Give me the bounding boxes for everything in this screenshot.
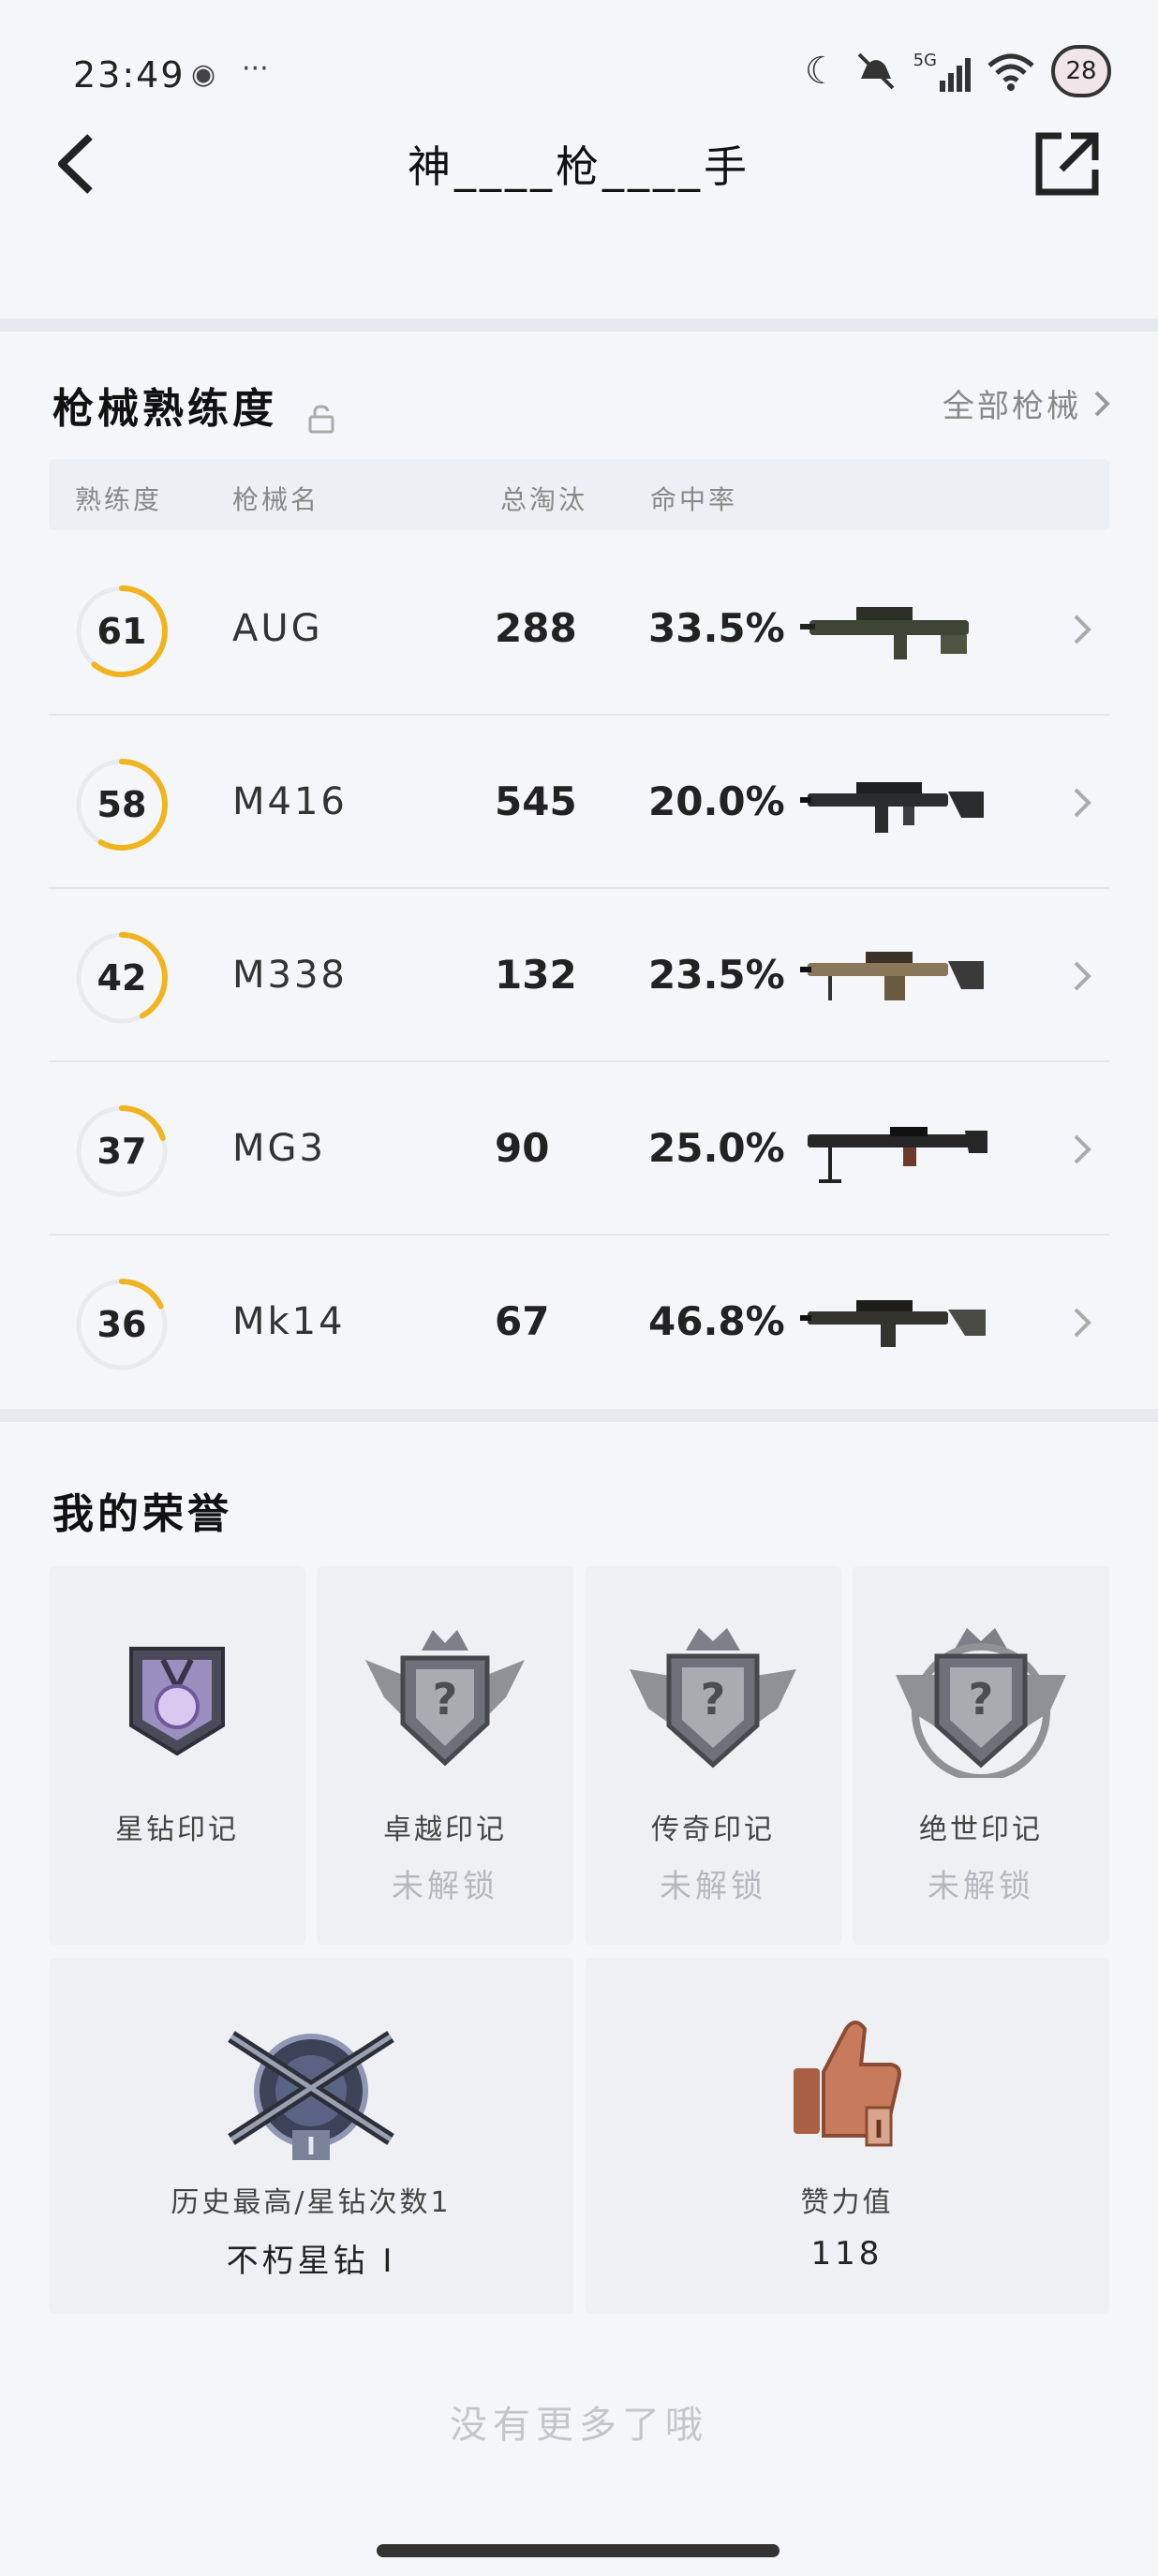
- svg-text:?: ?: [969, 1674, 994, 1725]
- weapon-eliminations: 90: [495, 1125, 550, 1171]
- lock-icon: [308, 404, 334, 433]
- weapon-name: AUG: [232, 607, 323, 650]
- share-icon: [1035, 132, 1099, 196]
- rank-emblem-icon: I: [228, 2031, 394, 2161]
- weapon-accuracy: 46.8%: [648, 1298, 785, 1344]
- network-type: 5G: [913, 51, 937, 70]
- column-header-accuracy: 命中率: [650, 484, 738, 515]
- share-button[interactable]: [1025, 122, 1109, 206]
- weapon-accuracy: 23.5%: [648, 952, 785, 998]
- badge-label: 卓越印记: [383, 1814, 507, 1846]
- battery-indicator: 28: [1051, 45, 1111, 97]
- status-time: 23:49: [73, 54, 186, 96]
- honors-section-header: 我的荣誉: [52, 1480, 1111, 1546]
- badge-label: 星钻印记: [115, 1814, 239, 1846]
- weapon-image-icon: [800, 952, 984, 1000]
- badge-status: 未解锁: [392, 1868, 498, 1905]
- highest-rank-card[interactable]: I 历史最高/星钻次数1 不朽星钻 I: [49, 1958, 573, 2314]
- weapon-image-icon: [808, 1127, 987, 1183]
- column-header-proficiency: 熟练度: [75, 484, 163, 515]
- weapons-section-header: 枪械熟练度 全部枪械: [52, 375, 1111, 440]
- chevron-right-icon: [1074, 961, 1091, 991]
- badge-card[interactable]: 星钻印记: [49, 1566, 305, 1945]
- star-diamond-badge-icon: [129, 1647, 225, 1756]
- chevron-right-icon: [1074, 788, 1091, 818]
- thumbs-up-icon: I: [794, 2021, 901, 2147]
- weapon-eliminations: 545: [495, 778, 577, 824]
- weapon-row[interactable]: 42 M338 132 23.5%: [49, 890, 1109, 1062]
- locked-peerless-badge-icon: ?: [896, 1628, 1066, 1778]
- weapon-row[interactable]: 37 MG3 90 25.0%: [49, 1063, 1109, 1236]
- weapon-row[interactable]: 58 M416 545 20.0%: [49, 717, 1109, 889]
- weapon-name: M416: [232, 780, 348, 823]
- proficiency-value: 36: [96, 1304, 147, 1345]
- badge-label: 绝世印记: [919, 1814, 1043, 1846]
- weapon-image-icon: [800, 607, 969, 659]
- chevron-right-icon: [1074, 1134, 1091, 1164]
- weapon-name: Mk14: [232, 1300, 346, 1343]
- signal-5g-icon: 5G: [913, 51, 971, 92]
- weapon-name: M338: [232, 954, 348, 997]
- more-dots-icon: ···: [242, 52, 269, 85]
- column-header-eliminations: 总淘汰: [500, 484, 588, 515]
- all-weapons-label: 全部枪械: [943, 388, 1081, 425]
- chevron-right-icon: [1074, 614, 1091, 644]
- weapon-accuracy: 20.0%: [648, 778, 785, 824]
- page-title: 神____枪____手: [408, 141, 750, 192]
- likes-value: 118: [810, 2235, 883, 2273]
- weapon-accuracy: 33.5%: [648, 605, 785, 651]
- chevron-right-icon: [1074, 1308, 1091, 1338]
- svg-text:?: ?: [433, 1674, 458, 1725]
- proficiency-value: 58: [96, 784, 147, 825]
- highest-rank-label: 历史最高/星钻次数1: [171, 2186, 452, 2219]
- weapon-row[interactable]: 61 AUG 288 33.5%: [49, 543, 1109, 716]
- badge-card[interactable]: ? 传奇印记 未解锁: [585, 1566, 841, 1945]
- badge-card[interactable]: ? 卓越印记 未解锁: [317, 1566, 573, 1945]
- chevron-right-icon: [1094, 391, 1110, 416]
- badge-status: 未解锁: [928, 1868, 1034, 1905]
- proficiency-value: 37: [96, 1131, 147, 1172]
- moon-icon: ☾: [804, 50, 839, 93]
- home-indicator[interactable]: [377, 2544, 779, 2557]
- no-more-content-text: 没有更多了哦: [450, 2404, 708, 2447]
- proficiency-value: 61: [96, 611, 147, 652]
- badge-status: 未解锁: [660, 1868, 766, 1905]
- likes-label: 赞力值: [800, 2186, 894, 2219]
- weapon-image-icon: [800, 1300, 986, 1347]
- locked-excellence-badge-icon: ?: [365, 1630, 525, 1767]
- badge-card[interactable]: ? 绝世印记 未解锁: [853, 1566, 1109, 1945]
- weapons-section-title: 枪械熟练度: [52, 385, 277, 433]
- svg-text:?: ?: [701, 1674, 726, 1725]
- weapon-eliminations: 67: [495, 1298, 550, 1344]
- nav-bar: 神____枪____手: [0, 112, 1158, 215]
- section-divider: [0, 318, 1158, 332]
- column-header-weapon-name: 枪械名: [232, 484, 320, 515]
- all-weapons-link[interactable]: 全部枪械: [943, 380, 1111, 426]
- status-bar: 23:49 ◉ ··· ☾ 5G 28: [0, 0, 1158, 122]
- status-icons: ☾ 5G 28: [805, 45, 1111, 97]
- wifi-icon: [987, 53, 1034, 91]
- svg-text:I: I: [874, 2116, 883, 2144]
- section-divider: [0, 1409, 1158, 1422]
- weapons-table-header: 熟练度 枪械名 总淘汰 命中率: [49, 459, 1109, 530]
- likes-card[interactable]: I 赞力值 118: [585, 1958, 1109, 2314]
- locked-legend-badge-icon: ?: [630, 1628, 796, 1769]
- weapon-name: MG3: [232, 1127, 326, 1170]
- svg-text:I: I: [306, 2133, 316, 2161]
- weapon-eliminations: 288: [495, 605, 577, 651]
- shield-icon: ◉: [191, 58, 216, 91]
- weapon-eliminations: 132: [495, 952, 577, 998]
- honors-section-title: 我的荣誉: [52, 1490, 232, 1538]
- weapon-image-icon: [800, 782, 984, 833]
- highest-rank-value: 不朽星钻 I: [226, 2243, 396, 2280]
- mute-icon: [857, 52, 895, 90]
- proficiency-value: 42: [96, 957, 147, 999]
- weapon-accuracy: 25.0%: [648, 1125, 785, 1171]
- badge-label: 传奇印记: [651, 1814, 775, 1846]
- weapon-row[interactable]: 36 Mk14 67 46.8%: [49, 1236, 1109, 1409]
